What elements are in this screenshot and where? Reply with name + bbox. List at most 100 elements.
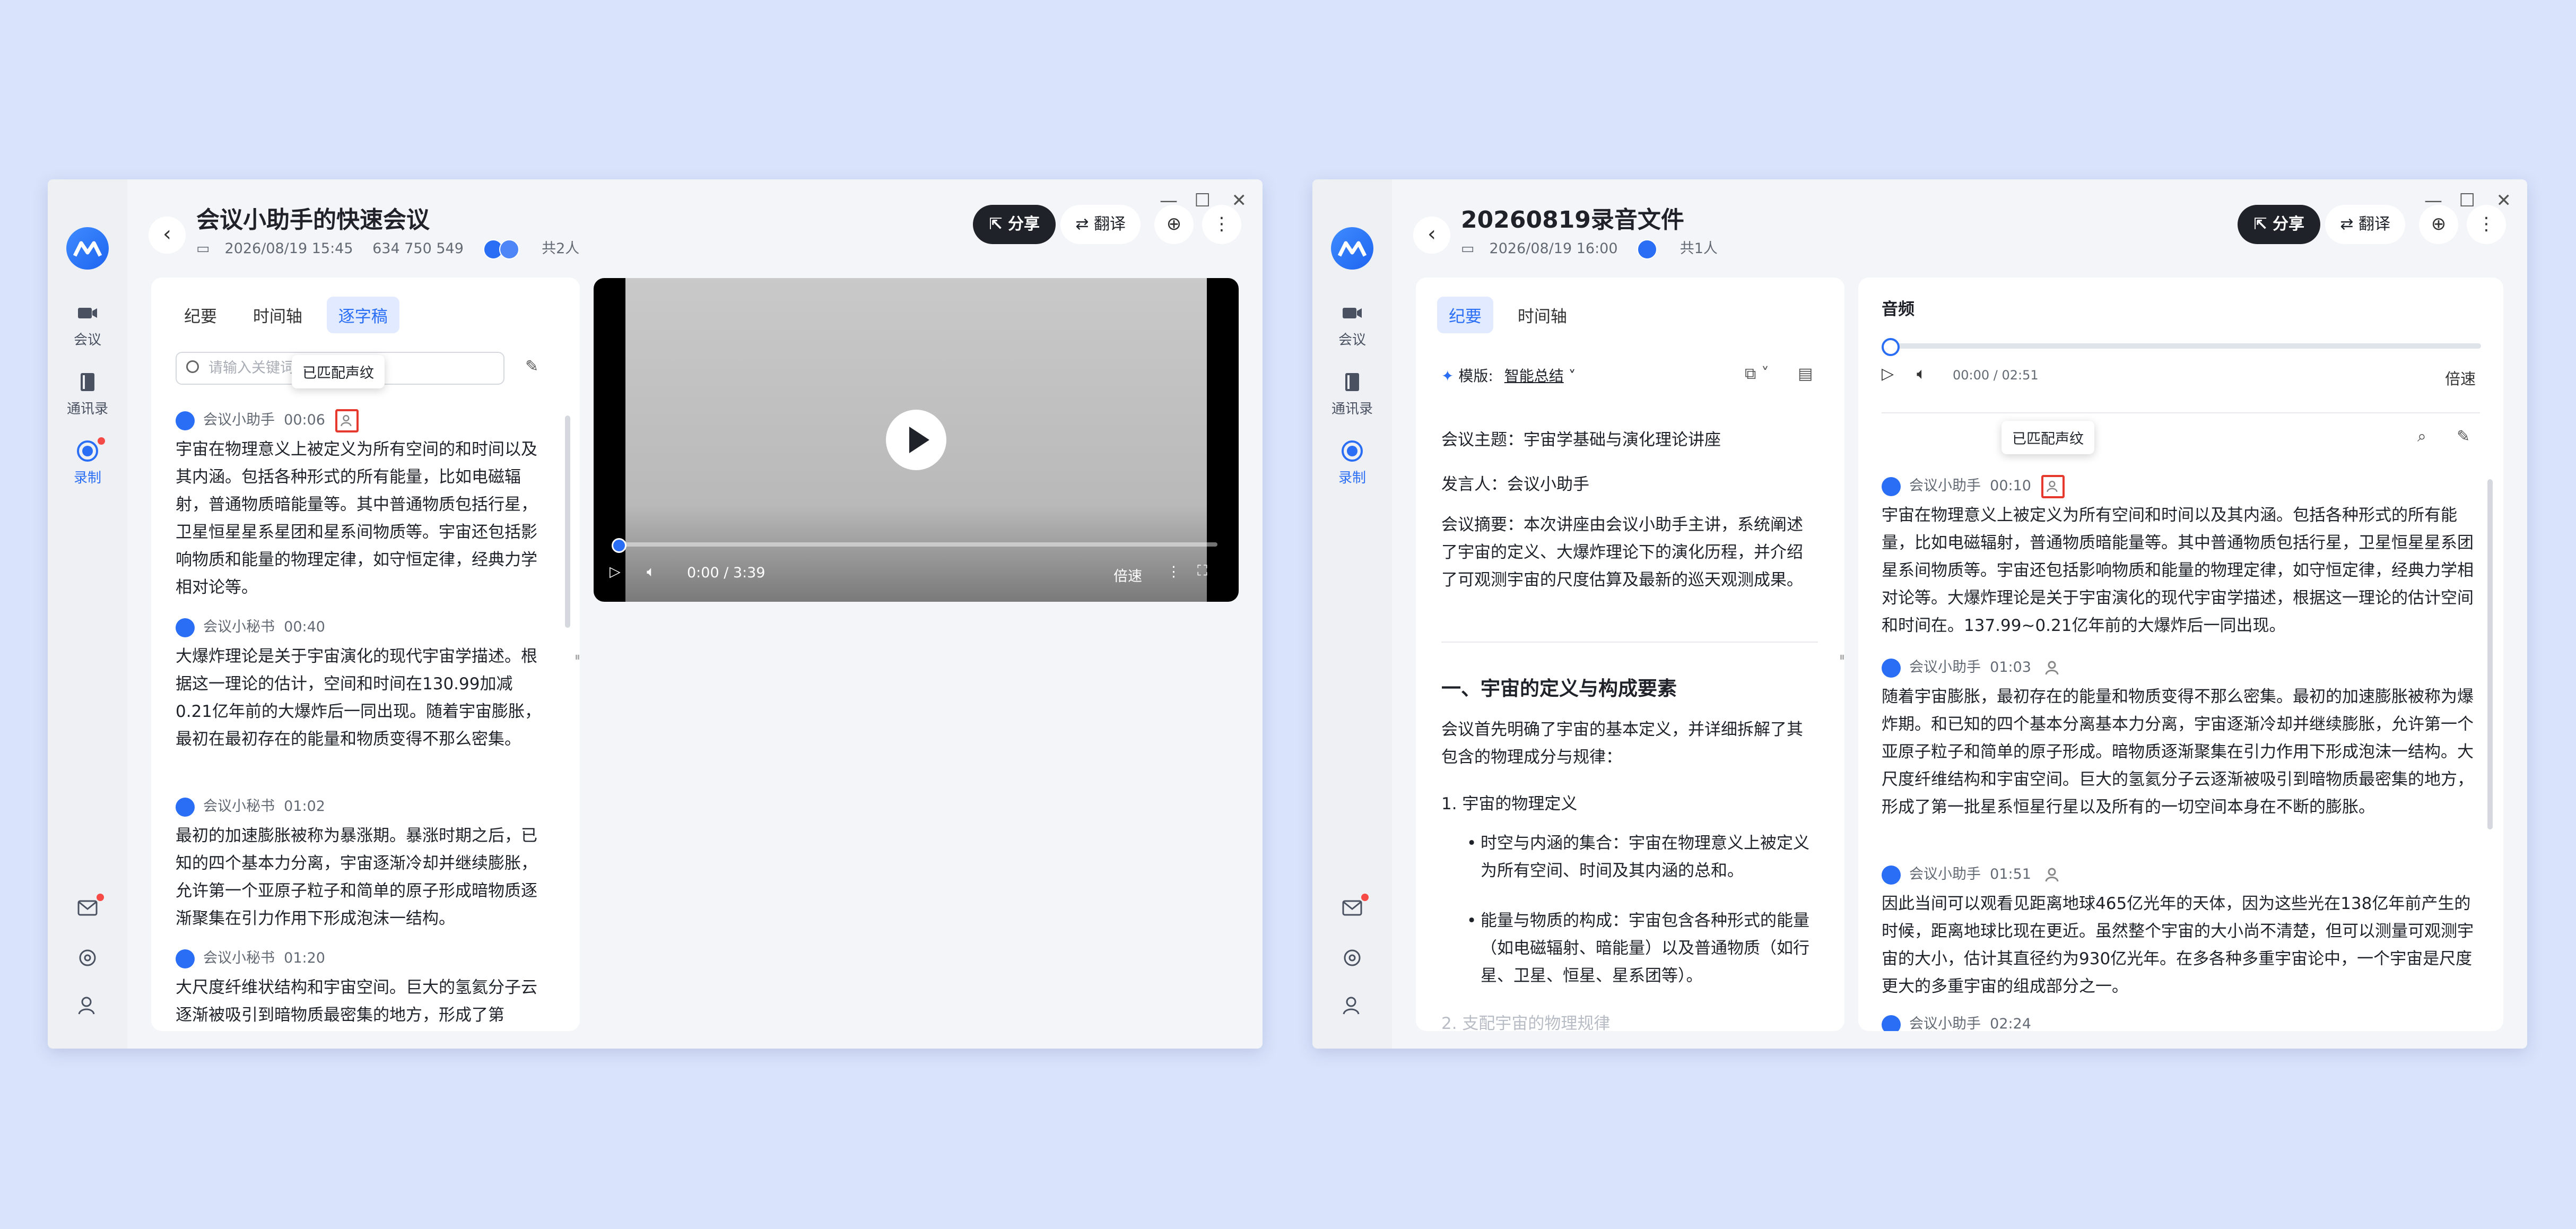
rail-label: 通讯录 bbox=[1331, 401, 1373, 417]
rail-item-contacts[interactable]: 通讯录 bbox=[48, 370, 127, 418]
voiceprint-matched-icon[interactable] bbox=[335, 409, 359, 432]
search-icon[interactable]: ⌕ bbox=[2417, 427, 2426, 446]
search-icon bbox=[186, 360, 199, 373]
rail-item-recording[interactable]: 录制 bbox=[1312, 439, 1392, 487]
settings-gear-icon[interactable] bbox=[76, 946, 99, 970]
page-title: 会议小助手的快速会议 bbox=[196, 206, 430, 233]
recording-window: 会议 通讯录 录制 — ☐ ✕ ‹ 20260819录音文件 ▭ 2026/08/… bbox=[1312, 179, 2527, 1049]
edit-pen-icon[interactable]: ✎ bbox=[2457, 427, 2470, 446]
share-icon: ⇱ bbox=[2253, 215, 2273, 233]
play-button[interactable] bbox=[886, 410, 946, 470]
speaker-row: 会议小助手 01:03 bbox=[1882, 655, 2065, 680]
app-logo-icon bbox=[1331, 227, 1373, 270]
participant-avatars[interactable] bbox=[483, 239, 519, 259]
speaker-avatar bbox=[1882, 658, 1901, 678]
summary-bullet: 时空与内涵的集合：宇宙在物理意义上被定义为所有空间、时间及其内涵的总和。 bbox=[1481, 834, 1809, 880]
rail-item-contacts[interactable]: 通讯录 bbox=[1312, 370, 1392, 418]
share-icon: ⇱ bbox=[989, 215, 1008, 233]
volume-icon[interactable]: 🔈︎ bbox=[1917, 365, 1926, 383]
speaker-row: 会议小助手 02:24 bbox=[1882, 1012, 2031, 1031]
settings-gear-icon[interactable] bbox=[1341, 946, 1364, 970]
video-camera-icon bbox=[78, 308, 97, 318]
more-options-icon[interactable]: ⋮ bbox=[1202, 205, 1241, 244]
share-button[interactable]: ⇱ 分享 bbox=[2238, 205, 2320, 244]
volume-icon[interactable]: 🔈︎ bbox=[647, 564, 655, 581]
maximize-button[interactable]: ☐ bbox=[2459, 190, 2475, 211]
audio-progress-bar[interactable] bbox=[1887, 343, 2481, 349]
transcript-text: 大尺度纤维状结构和宇宙空间。巨大的氢氦分子云逐渐被吸引到暗物质最密集的地方，形成… bbox=[176, 978, 537, 1025]
participant-avatars[interactable] bbox=[1637, 239, 1658, 259]
audio-progress-handle[interactable] bbox=[1882, 338, 1900, 356]
rail-item-meeting[interactable]: 会议 bbox=[48, 301, 127, 349]
speed-button[interactable]: 倍速 bbox=[1113, 565, 1142, 585]
voiceprint-tooltip: 已匹配声纹 bbox=[292, 355, 385, 388]
sidebar-rail: 会议 通讯录 录制 bbox=[48, 179, 127, 1049]
translate-icon: ⇄ bbox=[1075, 215, 1094, 233]
meeting-meta: ▭ 2026/08/19 15:45 634 750 549 共2人 bbox=[196, 237, 594, 259]
globe-icon[interactable]: ⊕ bbox=[1154, 205, 1194, 244]
user-profile-icon[interactable] bbox=[76, 994, 99, 1017]
summary-abstract: 会议摘要：本次讲座由会议小助手主讲，系统阐述了宇宙的定义、大爆炸理论下的演化历程… bbox=[1441, 515, 1803, 590]
translate-button[interactable]: ⇄ 翻译 bbox=[2325, 205, 2405, 244]
rail-item-recording[interactable]: 录制 bbox=[48, 437, 127, 487]
speaker-row: 会议小秘书 00:40 bbox=[176, 615, 325, 637]
progress-bar[interactable] bbox=[615, 542, 1217, 547]
share-button[interactable]: ⇱ 分享 bbox=[973, 205, 1056, 244]
tab-bar: 纪要 时间轴 bbox=[1437, 297, 1586, 333]
voiceprint-matched-icon[interactable] bbox=[2041, 474, 2065, 498]
calendar-icon: ▭ bbox=[196, 240, 210, 257]
more-icon[interactable]: ⋮ bbox=[1167, 564, 1181, 580]
tab-summary[interactable]: 纪要 bbox=[172, 297, 229, 333]
bullet-dot: • bbox=[1467, 911, 1477, 930]
tab-summary[interactable]: 纪要 bbox=[1437, 297, 1493, 333]
export-icon[interactable]: ▤ bbox=[1798, 365, 1813, 383]
play-small-icon[interactable]: ▷ bbox=[610, 564, 621, 580]
speaker-avatar bbox=[1882, 865, 1901, 885]
mail-icon[interactable] bbox=[76, 896, 99, 919]
user-profile-icon[interactable] bbox=[1341, 994, 1364, 1017]
divider bbox=[1441, 642, 1818, 643]
rail-item-meeting[interactable]: 会议 bbox=[1312, 301, 1392, 349]
transcript-text: 大爆炸理论是关于宇宙演化的现代宇宙学描述。根据这一理论的估计，空间和时间在130… bbox=[176, 647, 542, 749]
mail-notification-dot bbox=[97, 894, 104, 901]
participant-count[interactable]: 共2人 bbox=[542, 240, 579, 257]
progress-handle[interactable] bbox=[612, 538, 626, 553]
copy-icon[interactable]: ⧉ ˅ bbox=[1745, 365, 1769, 383]
close-button[interactable]: ✕ bbox=[2496, 190, 2512, 211]
voiceprint-icon[interactable] bbox=[2041, 656, 2065, 680]
more-options-icon[interactable]: ⋮ bbox=[2467, 205, 2506, 244]
meeting-id: 634 750 549 bbox=[372, 240, 464, 257]
rail-label: 会议 bbox=[1338, 332, 1366, 348]
main-content: — ☐ ✕ ‹ 会议小助手的快速会议 ▭ 2026/08/19 15:45 634… bbox=[127, 179, 1263, 1049]
tab-transcript[interactable]: 逐字稿 bbox=[326, 297, 399, 333]
globe-icon[interactable]: ⊕ bbox=[2419, 205, 2458, 244]
tab-timeline[interactable]: 时间轴 bbox=[1506, 297, 1579, 333]
participant-count[interactable]: 共1人 bbox=[1680, 240, 1718, 257]
sparkle-icon: ✦ bbox=[1441, 367, 1459, 385]
back-button[interactable]: ‹ bbox=[1413, 217, 1450, 254]
tab-timeline[interactable]: 时间轴 bbox=[241, 297, 314, 333]
speed-button[interactable]: 倍速 bbox=[2445, 367, 2476, 389]
calendar-icon: ▭ bbox=[1461, 240, 1475, 257]
fullscreen-icon[interactable]: ⛶ bbox=[1197, 562, 1207, 579]
summary-topic: 会议主题：宇宙学基础与演化理论讲座 bbox=[1441, 430, 1721, 449]
close-button[interactable]: ✕ bbox=[1232, 190, 1247, 211]
chevron-down-icon: ˅ bbox=[1568, 367, 1576, 385]
edit-pen-icon[interactable]: ✎ bbox=[525, 357, 538, 376]
speaker-avatar bbox=[176, 411, 195, 430]
transcript-text: 因此当间可以观看见距离地球465亿光年的天体，因为这些光在138亿年前产生的时候… bbox=[1882, 894, 2474, 996]
voiceprint-icon[interactable] bbox=[2041, 863, 2065, 887]
mail-icon[interactable] bbox=[1341, 896, 1364, 919]
splitter-handle[interactable]: ⏸ bbox=[575, 651, 580, 664]
video-player[interactable]: ▷ 🔈︎ 0:00 / 3:39 倍速 ⋮ ⛶ bbox=[594, 278, 1239, 602]
section-heading: 一、宇宙的定义与构成要素 bbox=[1441, 677, 1677, 700]
maximize-button[interactable]: ☐ bbox=[1195, 190, 1211, 211]
speaker-row: 会议小秘书 01:02 bbox=[176, 794, 325, 817]
template-selector[interactable]: ✦ 模版: 智能总结 ˅ bbox=[1441, 365, 1576, 386]
scrollbar[interactable] bbox=[565, 416, 570, 628]
translate-button[interactable]: ⇄ 翻译 bbox=[1060, 205, 1141, 244]
scrollbar[interactable] bbox=[2487, 479, 2493, 829]
back-button[interactable]: ‹ bbox=[149, 217, 186, 254]
splitter-handle[interactable]: ⏸ bbox=[1839, 651, 1845, 664]
play-icon[interactable]: ▷ bbox=[1882, 365, 1894, 383]
